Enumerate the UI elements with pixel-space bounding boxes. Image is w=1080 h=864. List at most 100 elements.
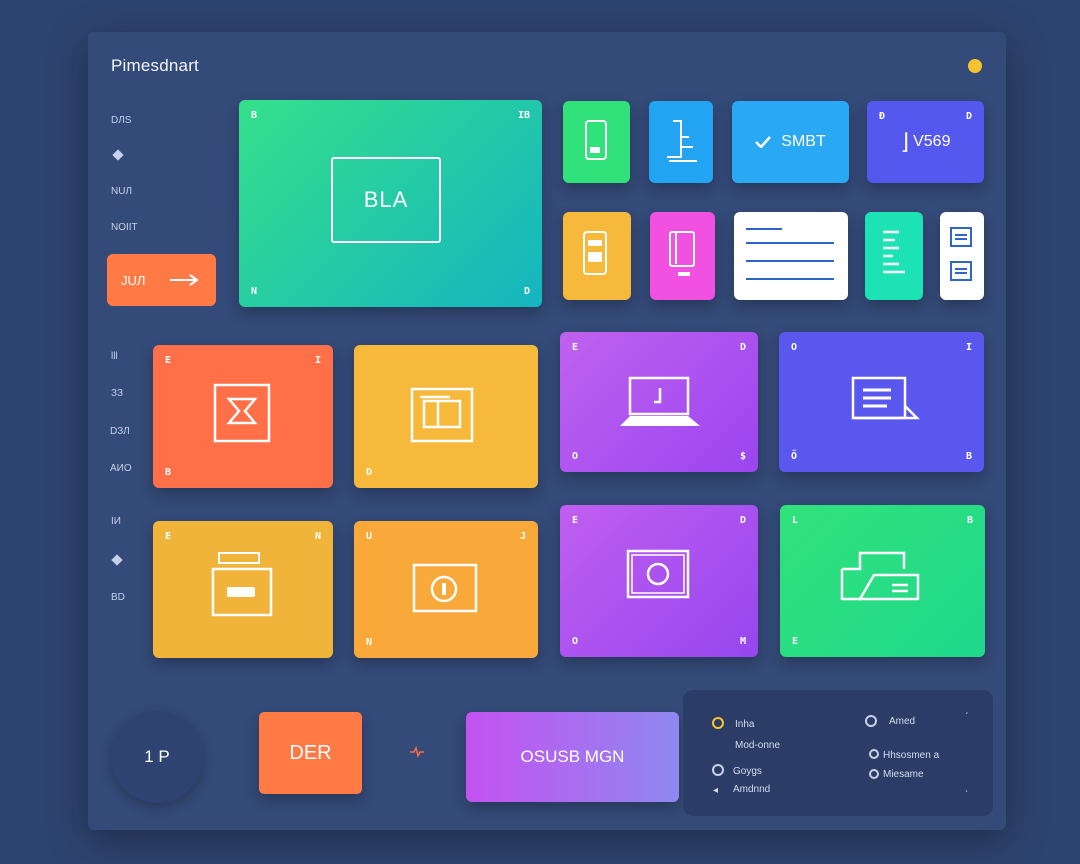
corner-label: N — [366, 637, 373, 648]
gradient-button-label: OSUSB MGN — [520, 747, 625, 766]
bracket-icon: ⌋ — [900, 129, 910, 154]
corner-label: I — [314, 355, 321, 366]
corner-label: D — [739, 342, 746, 353]
corner-label: E — [792, 636, 799, 647]
circle-icon — [869, 749, 879, 759]
document-icon — [667, 120, 697, 162]
status-dot-icon[interactable] — [968, 59, 982, 73]
corner-label: N — [251, 286, 258, 297]
list-line — [746, 278, 834, 280]
checklist-tile[interactable] — [940, 212, 984, 300]
smbt-tile[interactable]: SMBT — [732, 101, 849, 183]
gradient-button[interactable]: OSUSB MGN — [466, 712, 679, 802]
files-tile[interactable]: L B E — [780, 505, 985, 657]
corner-label: E — [572, 342, 579, 353]
circle-icon — [865, 715, 877, 727]
pulse-icon — [410, 746, 424, 758]
drawer-icon — [211, 552, 273, 617]
corner-label: O — [572, 636, 579, 647]
camera-tile[interactable]: U J N — [354, 521, 538, 658]
app-title: Pimesdnart — [111, 56, 199, 75]
badge-circle[interactable]: 1 P — [111, 711, 203, 803]
info-title[interactable]: Inha — [735, 719, 754, 730]
arrow-right-icon — [170, 274, 199, 286]
corner-label: D — [366, 467, 373, 478]
folder-icon — [410, 387, 474, 443]
globe-icon — [712, 764, 724, 776]
badge-label: 1 P — [144, 747, 170, 766]
smbt-label: SMBT — [781, 133, 826, 150]
hero-label: BLA — [331, 157, 441, 243]
corner-label: E — [165, 531, 172, 542]
row-label-2: ЗЗ — [111, 388, 124, 399]
corner-label: B — [965, 451, 972, 462]
corner-label: D — [739, 515, 746, 526]
corner-label: Ő — [791, 451, 798, 462]
corner-label: J — [519, 531, 526, 542]
corner-label: D — [965, 111, 972, 122]
phone-tile[interactable] — [563, 101, 630, 183]
der-label: DER — [289, 741, 332, 764]
corner-label: B — [165, 467, 172, 478]
cta-label: JUЛ — [121, 272, 146, 288]
monitor-icon — [851, 376, 921, 420]
list-line — [746, 260, 834, 262]
note-icon — [883, 230, 905, 274]
chevron-icon[interactable]: ˊ — [965, 712, 968, 723]
drawer-tile[interactable]: E N — [153, 521, 333, 658]
info-sub: Amdnnd — [733, 784, 771, 795]
info-title[interactable]: Amed — [889, 716, 915, 727]
hourglass-icon — [213, 383, 271, 443]
list-tile[interactable] — [734, 212, 848, 300]
list-line — [746, 242, 834, 244]
book-icon — [669, 231, 695, 276]
corner-label: L — [792, 515, 799, 526]
hero-tile[interactable]: B IB N D BLA — [239, 100, 542, 307]
sidebar-item-2[interactable]: NUЛ — [111, 186, 132, 197]
corner-label: B — [251, 110, 258, 121]
camera-icon — [412, 563, 478, 613]
sidebar-cta-button[interactable]: JUЛ — [107, 254, 216, 306]
corner-label: M — [739, 636, 746, 647]
row-label-6: BD — [111, 592, 125, 603]
timer-tile[interactable]: E I B — [153, 345, 333, 488]
mobile-icon — [583, 231, 607, 275]
files-icon — [840, 551, 920, 601]
corner-label: IB — [517, 110, 530, 121]
corner-label: E — [165, 355, 172, 366]
v569-tile[interactable]: Ð D ⌋ V569 — [867, 101, 984, 183]
monitor-tile[interactable]: O I Ő B — [779, 332, 984, 472]
checklist-icon — [950, 227, 972, 281]
sun-icon — [712, 717, 724, 729]
info-title[interactable]: Miesame — [883, 769, 924, 780]
info-panel: Inha Mod-onne Goygs ◂ Amdnnd Amed ˊ Hhso… — [683, 690, 993, 816]
corner-label: D — [523, 286, 530, 297]
phone-icon — [585, 120, 607, 160]
laptop-icon — [620, 376, 700, 426]
row-label-5: IИ — [111, 516, 121, 527]
circle-icon — [869, 769, 879, 779]
corner-label: I — [965, 342, 972, 353]
mobile-tile[interactable] — [563, 212, 631, 300]
note-tile[interactable] — [865, 212, 923, 300]
corner-label: B — [966, 515, 973, 526]
list-line — [746, 228, 782, 230]
corner-label: O — [572, 451, 579, 462]
folder-tile[interactable]: D — [354, 345, 538, 488]
laptop-tile[interactable]: E D O $ — [560, 332, 758, 472]
row-label-1: lll — [111, 351, 118, 362]
sidebar-item-3[interactable]: NOIIT — [111, 222, 138, 233]
corner-label: O — [791, 342, 798, 353]
der-button[interactable]: DER — [259, 712, 362, 794]
wallet-tile[interactable]: E D O M — [560, 505, 758, 657]
chevron-icon[interactable]: ˋ — [965, 790, 968, 801]
corner-label: Ð — [879, 111, 886, 122]
info-title[interactable]: Hhsosmen a — [883, 750, 939, 761]
book-tile[interactable] — [650, 212, 715, 300]
document-tile[interactable] — [649, 101, 713, 183]
info-title[interactable]: Goygs — [733, 766, 762, 777]
corner-label: U — [366, 531, 373, 542]
row-label-4: AИO — [110, 463, 132, 474]
wallet-icon — [626, 549, 690, 599]
sidebar-item-1[interactable]: DЛS — [111, 115, 131, 126]
